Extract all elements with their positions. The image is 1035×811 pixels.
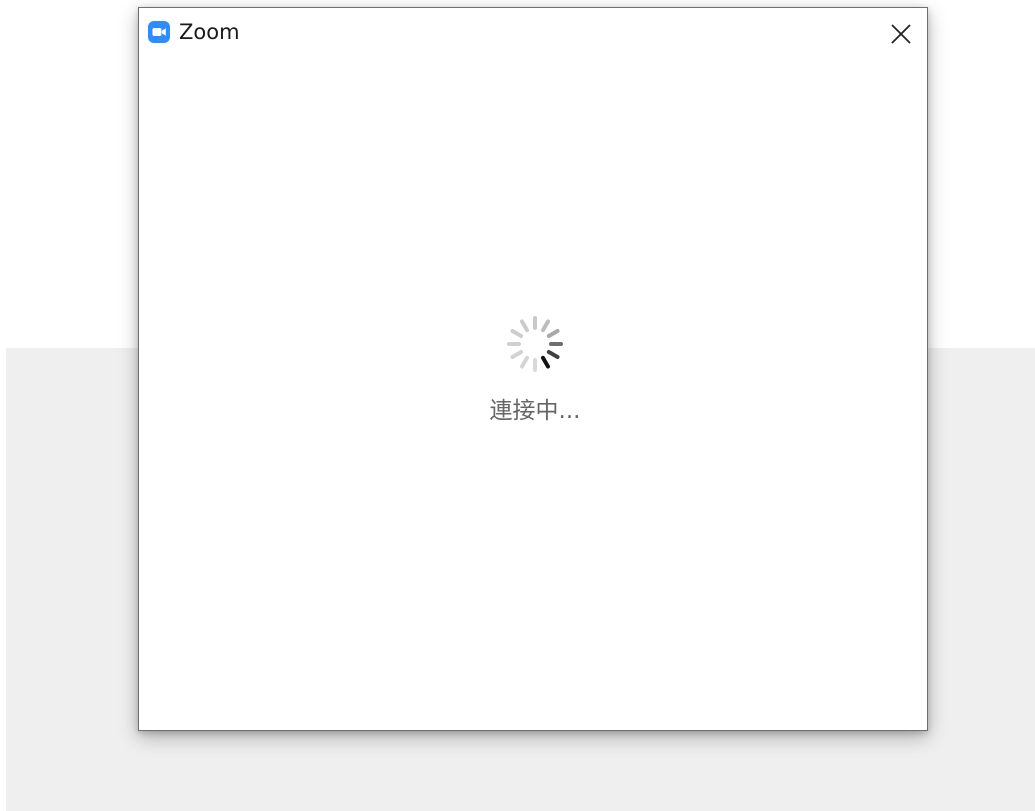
window-title: Zoom [179,20,240,44]
zoom-window: Zoom 連接中... [138,7,928,731]
close-icon[interactable] [887,20,915,48]
window-titlebar[interactable]: Zoom [139,8,927,56]
connecting-status-text: 連接中... [489,398,581,424]
loading-spinner-icon [503,312,567,376]
zoom-camera-icon [148,21,170,43]
